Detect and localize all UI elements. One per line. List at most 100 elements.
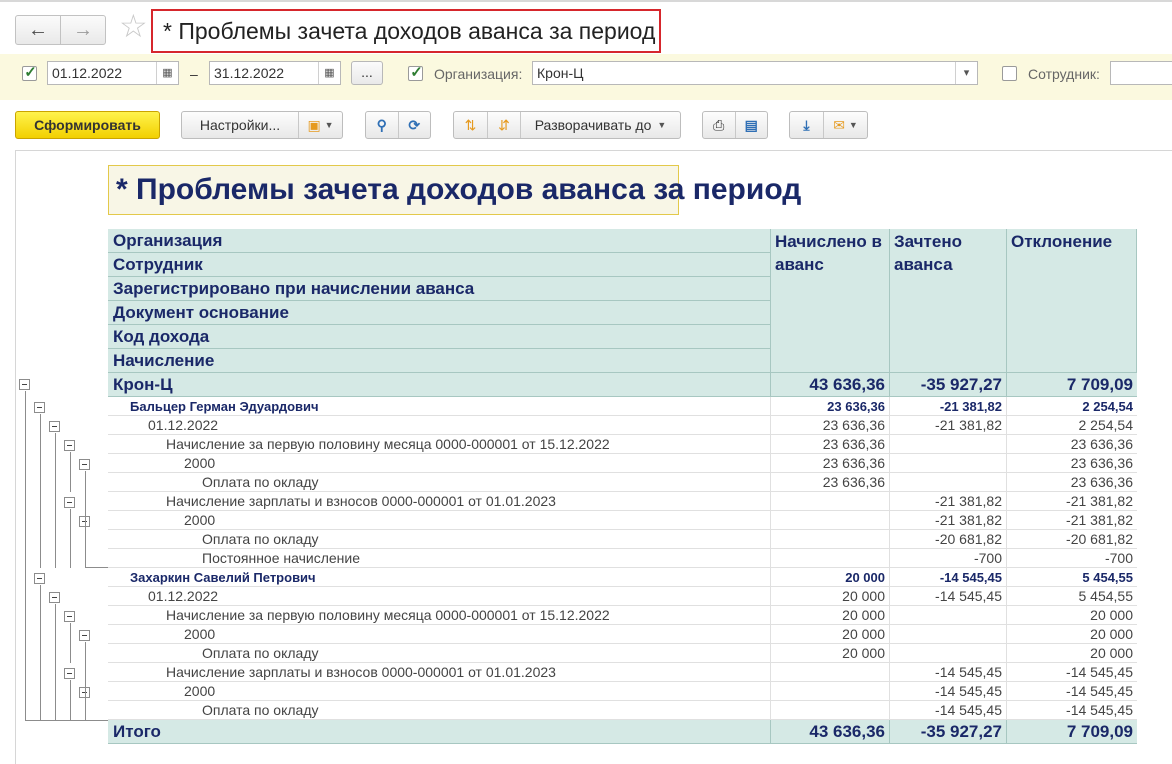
calendar-icon[interactable]: ▦	[318, 62, 340, 84]
forward-button[interactable]: →	[60, 16, 105, 44]
row-accrued	[771, 511, 890, 530]
variant-menu-button[interactable]: ▣ ▼	[298, 112, 342, 138]
collapse-toggle-icon[interactable]	[49, 592, 60, 603]
sort-desc-button[interactable]: ⇵	[487, 112, 520, 138]
sort-asc-button[interactable]: ⇅	[454, 112, 487, 138]
dropdown-arrow-icon[interactable]: ▾	[955, 62, 977, 84]
table-row[interactable]: 01.12.2022 20 000 -14 545,45 5 454,55	[108, 587, 1137, 606]
row-deviation: 23 636,36	[1070, 455, 1133, 471]
date-to-field[interactable]: 31.12.2022 ▦	[209, 61, 341, 85]
collapse-toggle-icon[interactable]	[64, 611, 75, 622]
expand-to-button[interactable]: Разворачивать до ▼	[520, 112, 680, 138]
table-row[interactable]: 2000 20 000 20 000	[108, 625, 1137, 644]
collapse-toggle-icon[interactable]	[34, 573, 45, 584]
table-row[interactable]: Захаркин Савелий Петрович 20 000 -14 545,4…	[108, 568, 1137, 587]
table-row[interactable]: Бальцер Герман Эдуардович 23 636,36 -21 38…	[108, 397, 1137, 416]
row-deviation: -14 545,45	[1066, 702, 1133, 718]
period-checkbox[interactable]: ✓	[22, 64, 37, 81]
refresh-search-button[interactable]: ⟳	[397, 112, 431, 138]
tree-connector	[40, 414, 41, 568]
row-offset: -14 545,45	[890, 682, 1007, 701]
preview-button[interactable]: ▤	[734, 112, 768, 138]
tree-connector	[40, 585, 41, 720]
settings-group: Настройки... ▣ ▼	[181, 111, 343, 139]
preview-icon: ▤	[744, 116, 758, 133]
checkmark-icon: ✓	[410, 64, 423, 81]
table-row[interactable]: Оплата по окладу -14 545,45 -14 545,45	[108, 701, 1137, 720]
search-button[interactable]: ⚲	[366, 112, 398, 138]
table-row[interactable]: 2000 -21 381,82 -21 381,82	[108, 511, 1137, 530]
settings-button[interactable]: Настройки...	[182, 112, 298, 138]
row-offset	[890, 625, 1007, 644]
mail-icon: ✉	[833, 116, 845, 133]
table-row[interactable]: 2000 -14 545,45 -14 545,45	[108, 682, 1137, 701]
org-row[interactable]: Крон-Ц 43 636,36 -35 927,27 7 709,09	[108, 373, 1137, 397]
collapse-toggle-icon[interactable]	[64, 668, 75, 679]
row-name: Начисление зарплаты и взносов 0000-00000…	[108, 492, 771, 511]
collapse-toggle-icon[interactable]	[34, 402, 45, 413]
collapse-toggle-icon[interactable]	[49, 421, 60, 432]
collapse-toggle-icon[interactable]	[79, 459, 90, 470]
organization-label: Организация:	[434, 66, 523, 82]
organization-checkbox[interactable]: ✓	[408, 64, 423, 81]
print-group: ⎙ ▤	[702, 111, 768, 139]
row-name: Оплата по окладу	[108, 644, 771, 663]
tree-connector	[25, 391, 26, 720]
mail-button[interactable]: ✉ ▼	[823, 112, 867, 138]
table-row[interactable]: 01.12.2022 23 636,36 -21 381,82 2 254,54	[108, 416, 1137, 435]
row-accrued	[771, 530, 890, 549]
print-button[interactable]: ⎙	[703, 112, 735, 138]
arrow-right-icon: →	[73, 18, 93, 41]
collapse-toggle-icon[interactable]	[19, 379, 30, 390]
star-icon[interactable]: ☆	[119, 10, 148, 42]
top-border	[0, 0, 1172, 2]
table-row[interactable]: Оплата по окладу 23 636,36 23 636,36	[108, 473, 1137, 492]
employee-label: Сотрудник:	[1028, 66, 1100, 82]
period-select-button[interactable]: ...	[351, 61, 383, 85]
header-income-code: Код дохода	[108, 325, 771, 349]
row-accrued: 23 636,36	[771, 416, 890, 435]
download-button[interactable]: ⤓	[790, 112, 823, 138]
row-offset	[890, 473, 1007, 492]
date-from-value: 01.12.2022	[52, 65, 123, 81]
organization-field[interactable]: Крон-Ц ▾	[532, 61, 978, 85]
calendar-icon[interactable]: ▦	[156, 62, 178, 84]
row-offset: -14 545,45	[890, 587, 1007, 606]
row-name: Постоянное начисление	[108, 549, 771, 568]
row-name: 01.12.2022	[108, 416, 771, 435]
table-row[interactable]: Начисление зарплаты и взносов 0000-00000…	[108, 492, 1137, 511]
employee-field[interactable]	[1110, 61, 1172, 85]
table-row[interactable]: Начисление за первую половину месяца 000…	[108, 435, 1137, 454]
tree-connector	[85, 642, 86, 720]
row-name: 2000	[108, 511, 771, 530]
table-row[interactable]: Оплата по окладу -20 681,82 -20 681,82	[108, 530, 1137, 549]
header-accrual: Начисление	[108, 349, 771, 373]
checkmark-icon: ✓	[24, 64, 37, 81]
search-icon: ⚲	[376, 116, 387, 133]
table-row[interactable]: Постоянное начисление -700 -700	[108, 549, 1137, 568]
sort-group: ⇅ ⇵ Разворачивать до ▼	[453, 111, 681, 139]
collapse-toggle-icon[interactable]	[64, 497, 75, 508]
sort-desc-icon: ⇵	[498, 116, 510, 133]
row-deviation: 5 454,55	[1078, 588, 1134, 604]
date-from-field[interactable]: 01.12.2022 ▦	[47, 61, 179, 85]
row-offset: -21 381,82	[890, 397, 1007, 416]
table-row[interactable]: Оплата по окладу 20 000 20 000	[108, 644, 1137, 663]
row-accrued: 20 000	[771, 568, 890, 587]
collapse-toggle-icon[interactable]	[79, 630, 90, 641]
header-offset: Зачтено аванса	[890, 229, 1007, 373]
generate-button[interactable]: Сформировать	[15, 111, 160, 139]
row-name: Бальцер Герман Эдуардович	[108, 397, 771, 416]
collapse-toggle-icon[interactable]	[64, 440, 75, 451]
header-organization: Организация	[108, 229, 771, 253]
row-deviation: 20 000	[1090, 607, 1133, 623]
table-row[interactable]: 2000 23 636,36 23 636,36	[108, 454, 1137, 473]
table-row[interactable]: Начисление зарплаты и взносов 0000-00000…	[108, 663, 1137, 682]
row-name: Начисление за первую половину месяца 000…	[108, 435, 771, 454]
row-name: 01.12.2022	[108, 587, 771, 606]
table-row[interactable]: Начисление за первую половину месяца 000…	[108, 606, 1137, 625]
date-to-value: 31.12.2022	[214, 65, 285, 81]
employee-checkbox[interactable]	[1002, 66, 1017, 81]
back-button[interactable]: ←	[16, 16, 60, 44]
export-group: ⤓ ✉ ▼	[789, 111, 868, 139]
